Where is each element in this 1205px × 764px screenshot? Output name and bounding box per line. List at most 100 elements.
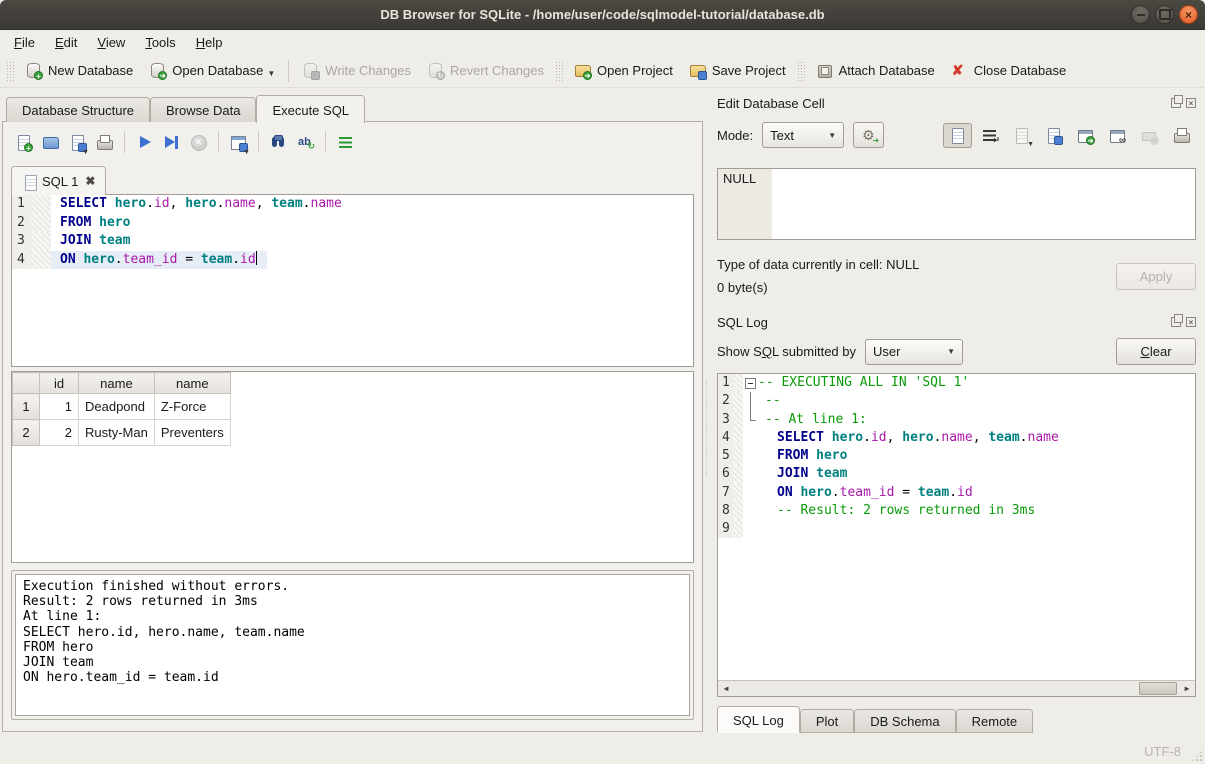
- scrollbar-thumb[interactable]: [1139, 682, 1177, 695]
- column-header[interactable]: name: [154, 373, 230, 394]
- titlebar[interactable]: DB Browser for SQLite - /home/user/code/…: [0, 0, 1205, 30]
- tab-execute-sql[interactable]: Execute SQL: [256, 95, 365, 123]
- print-sql-button[interactable]: [92, 130, 117, 155]
- dock-tab-sql-log[interactable]: SQL Log: [717, 706, 800, 733]
- write-changes-button[interactable]: Write Changes: [294, 58, 419, 83]
- chevron-down-icon[interactable]: ▼: [243, 149, 250, 156]
- float-panel-icon[interactable]: [1171, 98, 1181, 108]
- icon-badge: ➜: [583, 71, 592, 80]
- float-panel-icon[interactable]: [1171, 317, 1181, 327]
- chevron-down-icon[interactable]: ▼: [267, 69, 275, 78]
- menu-tools[interactable]: Tools: [135, 32, 185, 53]
- execute-all-button[interactable]: [132, 130, 157, 155]
- word-wrap-button[interactable]: [975, 123, 1004, 148]
- text-mode-view-button[interactable]: [943, 123, 972, 148]
- scrollbar-track[interactable]: [734, 681, 1179, 696]
- sql-token: -- EXECUTING ALL IN 'SQL 1': [758, 375, 969, 390]
- chevron-down-icon[interactable]: ▼: [1027, 141, 1034, 148]
- sql-token: id: [957, 485, 973, 500]
- close-database-button[interactable]: Close Database: [943, 58, 1075, 83]
- scroll-left-icon[interactable]: ◀: [718, 681, 734, 696]
- sql-token: -- At line 1:: [765, 412, 867, 427]
- revert-changes-button[interactable]: ↻Revert Changes: [419, 58, 552, 83]
- open-sql-file-button[interactable]: [38, 130, 63, 155]
- row-header[interactable]: 2: [13, 420, 40, 446]
- save-project-button[interactable]: Save Project: [681, 58, 794, 83]
- print-cell-button[interactable]: [1167, 123, 1196, 148]
- copy-link-button[interactable]: [1103, 123, 1132, 148]
- cell[interactable]: Deadpond: [79, 394, 155, 420]
- dock-tab-plot[interactable]: Plot: [800, 709, 854, 733]
- stop-execution-button[interactable]: [186, 130, 211, 155]
- menu-help[interactable]: Help: [186, 32, 233, 53]
- mode-select[interactable]: Text ▼: [762, 122, 844, 148]
- cell[interactable]: Z-Force: [154, 394, 230, 420]
- row-header[interactable]: 1: [13, 394, 40, 420]
- table-row: 11DeadpondZ-Force: [13, 394, 231, 420]
- close-button[interactable]: ×: [1179, 5, 1198, 24]
- log-filter-select[interactable]: User ▼: [865, 339, 963, 365]
- cell[interactable]: Preventers: [154, 420, 230, 446]
- close-tab-icon[interactable]: ✖: [85, 175, 95, 187]
- log-code-line: -- At line 1:: [758, 411, 877, 430]
- open-database-button[interactable]: ➜Open Database▼: [141, 58, 283, 83]
- cell-type-info: Type of data currently in cell: NULL: [717, 253, 919, 276]
- find-button[interactable]: [266, 130, 291, 155]
- export-cell-data-button[interactable]: [1039, 123, 1068, 148]
- menu-view[interactable]: View: [87, 32, 135, 53]
- dock-tab-db-schema[interactable]: DB Schema: [854, 709, 955, 733]
- gutter-hatch: [733, 520, 743, 538]
- menu-edit[interactable]: Edit: [45, 32, 87, 53]
- toolbar-grip[interactable]: [555, 61, 563, 81]
- tab-database-structure[interactable]: Database Structure: [6, 97, 150, 122]
- chevron-down-icon[interactable]: ▼: [82, 149, 89, 156]
- tab-browse-data[interactable]: Browse Data: [150, 97, 256, 122]
- sql-editor[interactable]: 1SELECT hero.id, hero.name, team.name2FR…: [11, 194, 694, 367]
- dock-tab-remote[interactable]: Remote: [956, 709, 1034, 733]
- gutter-hatch: [733, 392, 743, 410]
- editor-line: 4ON hero.team_id = team.id: [12, 251, 693, 270]
- column-header[interactable]: id: [40, 373, 79, 394]
- column-header[interactable]: name: [79, 373, 155, 394]
- sql-token: team: [918, 485, 949, 500]
- save-sql-file-button[interactable]: ▼: [65, 130, 90, 155]
- execute-current-line-button[interactable]: [159, 130, 184, 155]
- save-results-button[interactable]: ▼: [226, 130, 251, 155]
- menu-file[interactable]: File: [4, 32, 45, 53]
- fold-marker-start[interactable]: [743, 374, 758, 392]
- cell[interactable]: 1: [40, 394, 79, 420]
- icon-badge: [698, 71, 707, 80]
- close-panel-icon[interactable]: ×: [1186, 317, 1196, 327]
- sql-token: hero: [832, 430, 863, 445]
- tab-sql-1[interactable]: SQL 1 ✖: [11, 166, 106, 195]
- log-horizontal-scrollbar[interactable]: ◀ ▶: [718, 680, 1195, 696]
- toolbar-grip[interactable]: [6, 61, 14, 81]
- set-null-button[interactable]: [1135, 123, 1164, 148]
- find-replace-button[interactable]: [293, 130, 318, 155]
- sql-token: SELECT: [60, 196, 107, 211]
- toolbar-grip[interactable]: [797, 61, 805, 81]
- scroll-right-icon[interactable]: ▶: [1179, 681, 1195, 696]
- new-sql-tab-button[interactable]: +: [11, 130, 36, 155]
- main-tabs: Database StructureBrowse DataExecute SQL: [6, 94, 705, 122]
- cell-value-editor[interactable]: NULL: [717, 168, 1196, 240]
- auto-switch-mode-button[interactable]: [853, 122, 884, 148]
- minimize-button[interactable]: [1131, 5, 1150, 24]
- open-in-external-app-button[interactable]: ➜: [1071, 123, 1100, 148]
- maximize-button[interactable]: [1155, 5, 1174, 24]
- format-sql-button[interactable]: [333, 130, 358, 155]
- open-project-button[interactable]: ➜Open Project: [566, 58, 681, 83]
- cell[interactable]: Rusty-Man: [79, 420, 155, 446]
- close-panel-icon[interactable]: ×: [1186, 98, 1196, 108]
- cell[interactable]: 2: [40, 420, 79, 446]
- corner-cell: [13, 373, 40, 394]
- apply-button[interactable]: Apply: [1116, 263, 1196, 290]
- execution-message-text[interactable]: Execution finished without errors. Resul…: [15, 574, 690, 716]
- import-cell-data-button[interactable]: ▼: [1007, 123, 1036, 148]
- attach-database-button[interactable]: Attach Database: [808, 58, 943, 83]
- clear-log-button[interactable]: Clear: [1116, 338, 1196, 365]
- new-database-button[interactable]: +New Database: [17, 58, 141, 83]
- sql-log-view[interactable]: 1-- EXECUTING ALL IN 'SQL 1'2--3-- At li…: [717, 373, 1196, 697]
- fold-margin: [31, 251, 51, 270]
- line-number: 2: [718, 392, 733, 410]
